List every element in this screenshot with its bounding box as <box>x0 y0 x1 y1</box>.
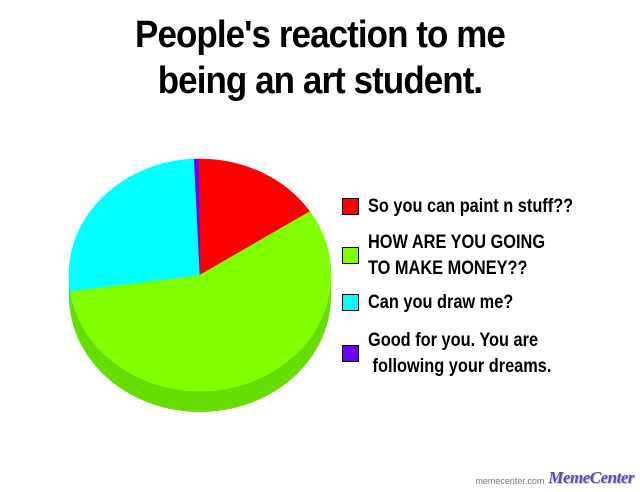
legend-label-3-line-2: following your dreams. <box>368 356 552 377</box>
legend-swatch-0 <box>342 198 359 215</box>
legend-label-3: Good for you. You are following your dre… <box>368 328 551 380</box>
legend-label-1: HOW ARE YOU GOING TO MAKE MONEY?? <box>368 230 545 282</box>
pie-slice-2 <box>68 158 201 292</box>
watermark-url: memecenter.com <box>475 476 545 486</box>
legend-label-3-line-1: Good for you. You are <box>368 330 539 351</box>
legend-label-0-line-1: So you can paint n stuff?? <box>368 196 574 217</box>
legend-label-0: So you can paint n stuff?? <box>368 194 573 220</box>
legend-label-1-line-1: HOW ARE YOU GOING <box>368 232 546 253</box>
memecenter-logo: MemeCenter <box>548 468 634 487</box>
legend-label-2: Can you draw me? <box>368 290 513 316</box>
legend-swatch-3 <box>342 345 359 362</box>
watermark: memecenter.com MemeCenter <box>475 466 634 488</box>
legend-label-2-line-1: Can you draw me? <box>368 292 514 313</box>
legend-label-1-line-2: TO MAKE MONEY?? <box>368 258 528 279</box>
legend-swatch-1 <box>342 247 359 264</box>
pie-slices <box>68 158 332 392</box>
legend-swatch-2 <box>342 294 359 311</box>
